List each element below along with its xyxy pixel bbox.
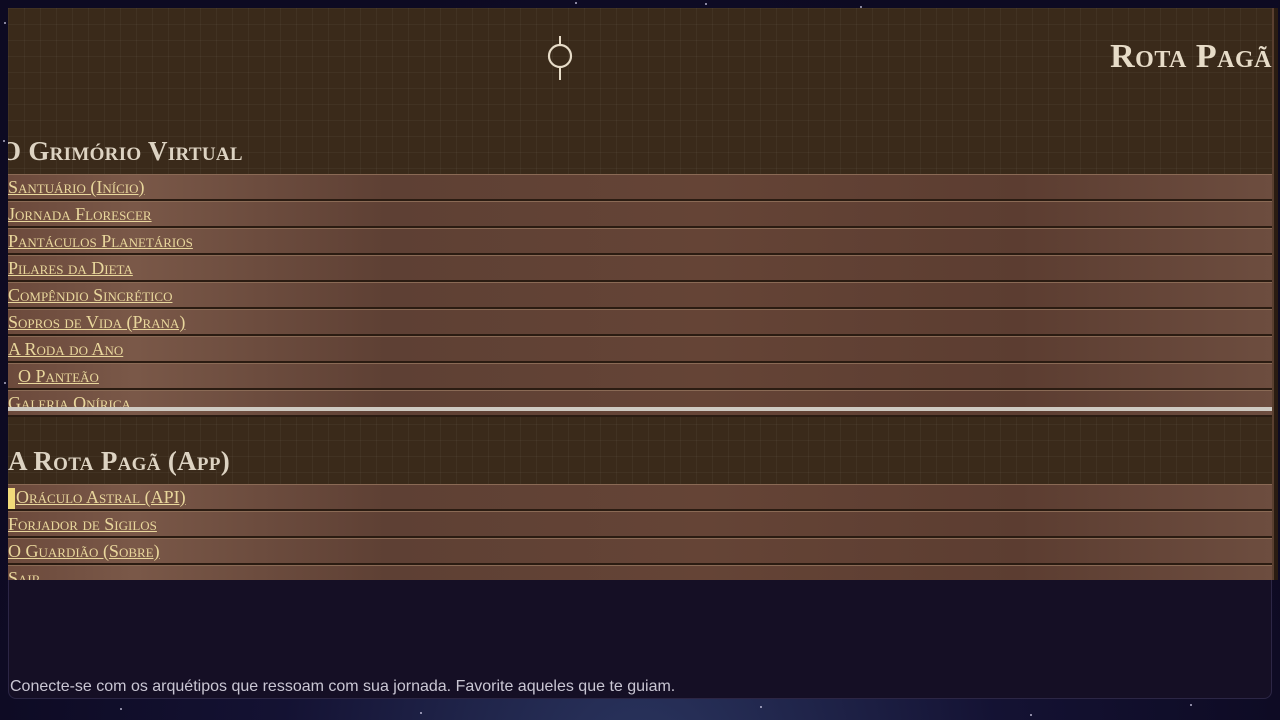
menu-item-santuario: Santuário (Início)	[8, 174, 1272, 201]
menu-item-oraculo-astral: Oráculo Astral (API)	[8, 484, 1272, 511]
menu-item-forjador-sigilos: Forjador de Sigilos	[8, 511, 1272, 538]
menu-link-pilares-dieta[interactable]: Pilares da Dieta	[8, 258, 133, 278]
menu-link-oraculo-astral[interactable]: Oráculo Astral (API)	[8, 487, 186, 507]
menu-link-sopros-vida[interactable]: Sopros de Vida (Prana)	[8, 312, 185, 332]
main-content-card: Conecte-se com os arquétipos que ressoam…	[8, 580, 1272, 699]
menu-item-panteao: O Panteão	[8, 363, 1272, 390]
brand-title[interactable]: Rota Pagã	[1110, 38, 1272, 76]
section-title-app: A Rota Pagã (App)	[8, 446, 231, 477]
menu-link-jornada-florescer[interactable]: Jornada Florescer	[8, 204, 152, 224]
menu-item-compendio: Compêndio Sincrético	[8, 282, 1272, 309]
menu-item-galeria-onirica: Galeria Onírica	[8, 390, 1272, 417]
menu-link-sair[interactable]: Sair	[8, 568, 40, 580]
sigil-icon[interactable]	[538, 36, 582, 82]
grimorio-menu: Santuário (Início) Jornada Florescer Pan…	[8, 174, 1272, 417]
section-title-grimorio: O Grimório Virtual	[8, 136, 243, 167]
menu-item-pilares-dieta: Pilares da Dieta	[8, 255, 1272, 282]
menu-link-panteao[interactable]: O Panteão	[8, 366, 99, 386]
menu-item-jornada-florescer: Jornada Florescer	[8, 201, 1272, 228]
menu-link-santuario[interactable]: Santuário (Início)	[8, 177, 144, 197]
section-divider	[8, 407, 1272, 411]
menu-link-compendio[interactable]: Compêndio Sincrético	[8, 285, 172, 305]
menu-item-roda-ano: A Roda do Ano	[8, 336, 1272, 363]
menu-item-sair: Sair	[8, 565, 1272, 580]
intro-text: Conecte-se com os arquétipos que ressoam…	[10, 678, 676, 695]
menu-link-roda-ano[interactable]: A Roda do Ano	[8, 339, 123, 359]
menu-item-guardiao: O Guardião (Sobre)	[8, 538, 1272, 565]
app-menu: Oráculo Astral (API) Forjador de Sigilos…	[8, 484, 1272, 580]
menu-link-guardiao[interactable]: O Guardião (Sobre)	[8, 541, 160, 561]
menu-link-pantaculos[interactable]: Pantáculos Planetários	[8, 231, 193, 251]
menu-item-pantaculos: Pantáculos Planetários	[8, 228, 1272, 255]
side-navigation-panel: Rota Pagã O Grimório Virtual Santuário (…	[8, 8, 1272, 580]
menu-link-forjador-sigilos[interactable]: Forjador de Sigilos	[8, 514, 157, 534]
menu-item-sopros-vida: Sopros de Vida (Prana)	[8, 309, 1272, 336]
